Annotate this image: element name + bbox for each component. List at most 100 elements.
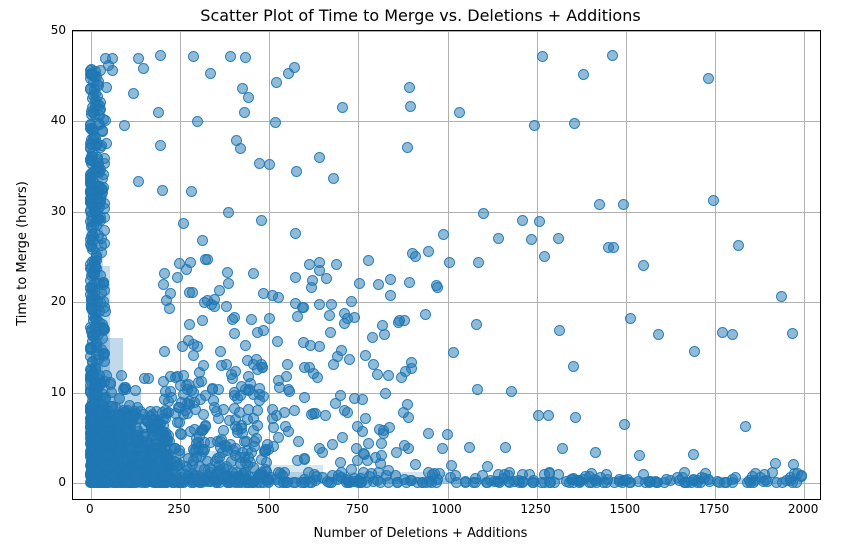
data-point: [625, 313, 636, 324]
data-point: [202, 295, 213, 306]
data-point: [94, 100, 105, 111]
data-point: [181, 461, 192, 472]
data-point: [638, 260, 649, 271]
data-point: [703, 73, 714, 84]
data-point: [290, 228, 301, 239]
data-point: [339, 318, 350, 329]
data-point: [272, 336, 283, 347]
data-point: [193, 377, 204, 388]
data-point: [239, 436, 250, 447]
data-point: [442, 429, 453, 440]
data-point: [102, 450, 113, 461]
data-point: [93, 80, 104, 91]
data-point: [214, 460, 225, 471]
data-point: [448, 347, 459, 358]
data-point: [205, 476, 216, 487]
data-point: [239, 107, 250, 118]
data-point: [186, 186, 197, 197]
data-point: [90, 261, 101, 272]
chart-title: Scatter Plot of Time to Merge vs. Deleti…: [0, 6, 841, 25]
data-point: [200, 390, 211, 401]
data-point: [88, 315, 99, 326]
data-point: [400, 366, 411, 377]
data-point: [138, 431, 149, 442]
data-point: [405, 101, 416, 112]
data-point: [119, 120, 130, 131]
data-point: [608, 242, 619, 253]
data-point: [353, 475, 364, 486]
data-point: [267, 290, 278, 301]
data-point: [133, 176, 144, 187]
data-point: [358, 448, 369, 459]
data-point: [120, 466, 131, 477]
data-point: [393, 317, 404, 328]
data-point: [87, 369, 98, 380]
x-tick: 0: [86, 502, 94, 516]
data-point: [620, 475, 631, 486]
data-point: [283, 384, 294, 395]
data-point: [357, 426, 368, 437]
data-point: [337, 432, 348, 443]
data-point: [256, 215, 267, 226]
grid-v: [715, 31, 716, 499]
data-point: [760, 475, 771, 486]
data-point: [383, 370, 394, 381]
data-point: [155, 50, 166, 61]
data-point: [659, 477, 670, 488]
data-point: [282, 359, 293, 370]
data-point: [133, 53, 144, 64]
data-point: [472, 384, 483, 395]
data-point: [314, 341, 325, 352]
data-point: [327, 439, 338, 450]
data-point: [249, 436, 260, 447]
data-point: [299, 392, 310, 403]
grid-v: [804, 31, 805, 499]
data-point: [215, 346, 226, 357]
data-point: [254, 395, 265, 406]
data-point: [375, 458, 386, 469]
y-tick: 30: [6, 204, 66, 218]
data-point: [188, 387, 199, 398]
data-point: [410, 459, 421, 470]
data-point: [262, 439, 273, 450]
data-point: [223, 278, 234, 289]
y-tick: 20: [6, 294, 66, 308]
data-point: [689, 346, 700, 357]
data-point: [222, 267, 233, 278]
data-point: [174, 258, 185, 269]
data-point: [94, 406, 105, 417]
data-point: [209, 402, 220, 413]
data-point: [298, 337, 309, 348]
x-tick: 1250: [520, 502, 551, 516]
data-point: [526, 234, 537, 245]
data-point: [423, 428, 434, 439]
data-point: [87, 303, 98, 314]
data-point: [157, 426, 168, 437]
data-point: [335, 457, 346, 468]
data-point: [321, 273, 332, 284]
data-point: [324, 310, 335, 321]
data-point: [105, 377, 116, 388]
data-point: [404, 277, 415, 288]
data-point: [96, 183, 107, 194]
data-point: [420, 309, 431, 320]
data-point: [235, 143, 246, 154]
data-point: [553, 233, 564, 244]
x-tick: 1750: [699, 502, 730, 516]
data-point: [727, 329, 738, 340]
data-point: [87, 69, 98, 80]
data-point: [106, 437, 117, 448]
data-point: [733, 240, 744, 251]
data-point: [554, 325, 565, 336]
data-point: [192, 116, 203, 127]
data-point: [781, 475, 792, 486]
data-point: [506, 386, 517, 397]
data-point: [325, 327, 336, 338]
data-point: [517, 215, 528, 226]
data-point: [124, 400, 135, 411]
data-point: [314, 152, 325, 163]
data-point: [187, 287, 198, 298]
data-point: [243, 385, 254, 396]
data-point: [264, 159, 275, 170]
data-point: [569, 118, 580, 129]
